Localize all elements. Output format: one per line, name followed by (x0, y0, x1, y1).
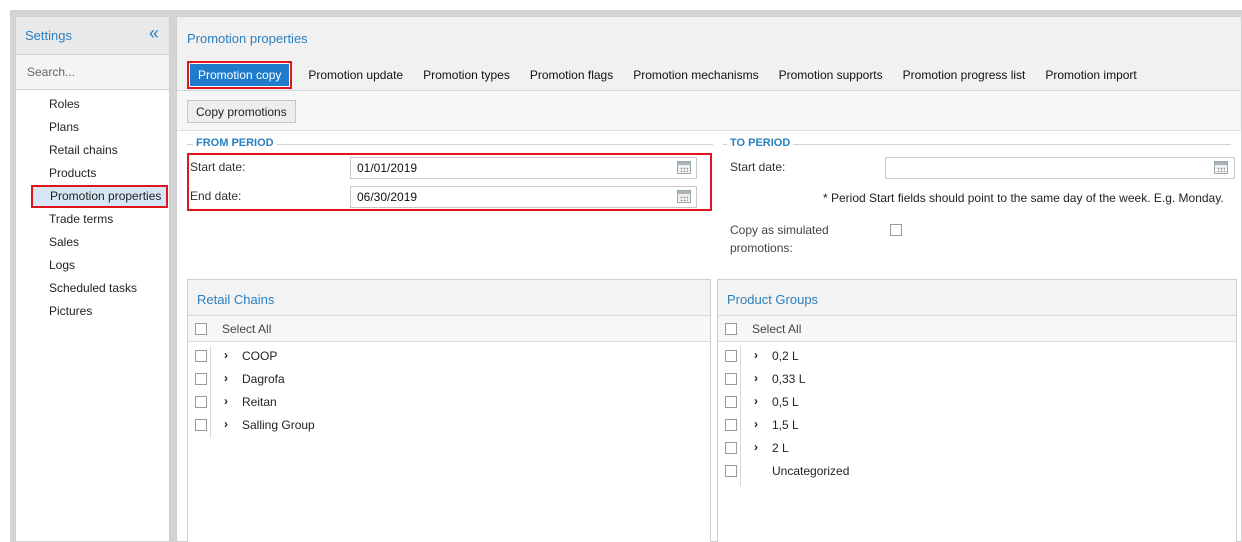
retail-chain-checkbox-salling-group[interactable] (195, 419, 207, 431)
chevron-right-icon[interactable]: › (754, 417, 758, 431)
chevron-right-icon[interactable]: › (224, 371, 228, 385)
chevron-right-icon[interactable]: › (754, 348, 758, 362)
chevron-right-icon[interactable]: › (224, 417, 228, 431)
double-chevron-left-icon[interactable]: « (149, 24, 159, 42)
from-start-date-label: Start date: (190, 160, 246, 174)
from-end-date-label: End date: (190, 189, 242, 203)
sidebar-item-roles[interactable]: Roles (16, 93, 169, 116)
main-header: Promotion properties Promotion copy Prom… (177, 17, 1241, 91)
retail-chains-select-all-checkbox[interactable] (195, 323, 207, 335)
sidebar-item-products[interactable]: Products (16, 162, 169, 185)
copy-promotions-button[interactable]: Copy promotions (187, 100, 296, 123)
product-group-checkbox[interactable] (725, 373, 737, 385)
product-groups-header: Product Groups (718, 280, 1236, 316)
sidebar-search-input[interactable] (16, 55, 169, 90)
copy-as-simulated-checkbox[interactable] (890, 224, 902, 236)
calendar-icon[interactable] (1214, 161, 1228, 174)
from-end-date-input[interactable]: 06/30/2019 (350, 186, 697, 208)
product-group-uncategorized-label: Uncategorized (772, 464, 850, 478)
from-start-date-input[interactable]: 01/01/2019 (350, 157, 697, 179)
tab-promotion-mechanisms[interactable]: Promotion mechanisms (633, 68, 758, 82)
chevron-right-icon[interactable]: › (224, 348, 228, 362)
retail-chains-select-all-row: Select All (188, 316, 710, 342)
to-period-legend: TO PERIOD (727, 137, 794, 149)
product-group-checkbox[interactable] (725, 465, 737, 477)
retail-chains-panel: Retail Chains Select All › COOP › Dagrof… (187, 279, 711, 542)
product-group-label: 0,33 L (772, 372, 806, 386)
retail-chain-checkbox-reitan[interactable] (195, 396, 207, 408)
period-note: * Period Start fields should point to th… (823, 191, 1224, 205)
chevron-right-icon[interactable]: › (754, 394, 758, 408)
sidebar-item-scheduled-tasks[interactable]: Scheduled tasks (16, 277, 169, 300)
retail-chain-label: Reitan (242, 395, 277, 409)
retail-chains-select-all-label: Select All (222, 322, 272, 336)
from-period-legend: FROM PERIOD (193, 137, 277, 149)
chevron-right-icon[interactable]: › (754, 440, 758, 454)
sidebar-item-promotion-properties[interactable]: Promotion properties (31, 185, 168, 208)
sidebar-item-sales[interactable]: Sales (16, 231, 169, 254)
product-group-label: 0,5 L (772, 395, 799, 409)
settings-sidebar: Settings « Roles Plans Retail chains Pro… (15, 16, 170, 542)
chevron-right-icon[interactable]: › (224, 394, 228, 408)
product-group-checkbox[interactable] (725, 396, 737, 408)
retail-chain-checkbox-dagrofa[interactable] (195, 373, 207, 385)
main-panel: Promotion properties Promotion copy Prom… (176, 16, 1242, 542)
tab-promotion-flags[interactable]: Promotion flags (530, 68, 613, 82)
tab-promotion-supports[interactable]: Promotion supports (779, 68, 883, 82)
retail-chains-title: Retail Chains (197, 292, 275, 307)
product-groups-select-all-checkbox[interactable] (725, 323, 737, 335)
calendar-icon[interactable] (677, 190, 691, 203)
sidebar-item-logs[interactable]: Logs (16, 254, 169, 277)
sidebar-item-pictures[interactable]: Pictures (16, 300, 169, 323)
product-group-label: 2 L (772, 441, 789, 455)
tab-promotion-update[interactable]: Promotion update (308, 68, 403, 82)
top-strip (0, 0, 1242, 10)
product-groups-select-all-row: Select All (718, 316, 1236, 342)
retail-chain-label: Salling Group (242, 418, 315, 432)
tree-guide-line (740, 346, 741, 486)
product-groups-title: Product Groups (727, 292, 819, 307)
product-group-checkbox[interactable] (725, 442, 737, 454)
tab-promotion-progress-list[interactable]: Promotion progress list (903, 68, 1026, 82)
tree-guide-line (210, 346, 211, 438)
retail-chain-label: Dagrofa (242, 372, 285, 386)
copy-as-simulated-label: Copy as simulated promotions: (730, 223, 829, 255)
chevron-right-icon[interactable]: › (754, 371, 758, 385)
product-groups-select-all-label: Select All (752, 322, 802, 336)
tab-promotion-copy[interactable]: Promotion copy (187, 61, 293, 89)
tab-bar: Promotion copy Promotion update Promotio… (187, 61, 1157, 89)
sidebar-item-plans[interactable]: Plans (16, 116, 169, 139)
sidebar-menu: Roles Plans Retail chains Products Promo… (16, 93, 169, 323)
page-title: Promotion properties (187, 31, 308, 46)
sidebar-item-retail-chains[interactable]: Retail chains (16, 139, 169, 162)
product-group-label: 1,5 L (772, 418, 799, 432)
retail-chain-checkbox-coop[interactable] (195, 350, 207, 362)
sidebar-item-trade-terms[interactable]: Trade terms (16, 208, 169, 231)
product-groups-panel: Product Groups Select All › 0,2 L › 0,33… (717, 279, 1237, 542)
sidebar-header: Settings « (16, 17, 169, 55)
product-group-checkbox[interactable] (725, 350, 737, 362)
tab-promotion-types[interactable]: Promotion types (423, 68, 510, 82)
retail-chain-label: COOP (242, 349, 278, 363)
product-group-checkbox[interactable] (725, 419, 737, 431)
sidebar-title: Settings (25, 28, 72, 43)
product-group-label: 0,2 L (772, 349, 799, 363)
tab-promotion-import[interactable]: Promotion import (1045, 68, 1136, 82)
from-start-date-value: 01/01/2019 (357, 161, 418, 175)
calendar-icon[interactable] (677, 161, 691, 174)
to-start-date-label: Start date: (730, 160, 786, 174)
toolbar: Copy promotions (177, 91, 1241, 131)
from-end-date-value: 06/30/2019 (357, 190, 418, 204)
retail-chains-header: Retail Chains (188, 280, 710, 316)
to-start-date-input[interactable] (885, 157, 1235, 179)
to-period-divider (723, 144, 1231, 145)
